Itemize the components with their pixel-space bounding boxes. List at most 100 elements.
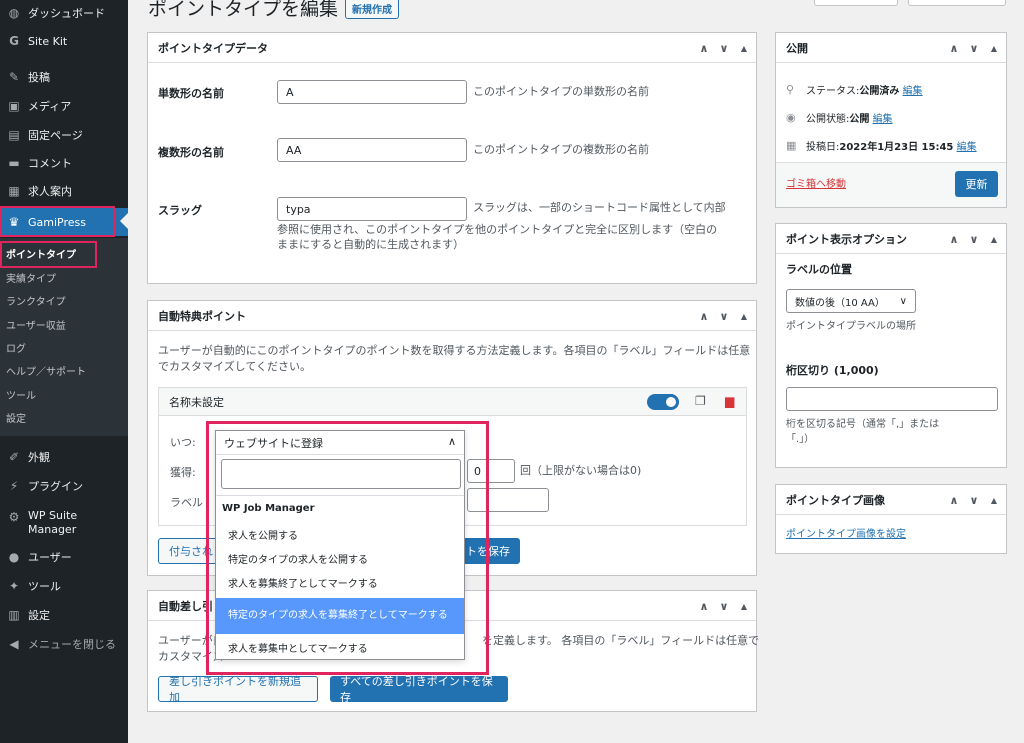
toggle-panel-icon[interactable]: ▲ <box>738 44 750 53</box>
submenu-logs[interactable]: ログ <box>6 340 26 355</box>
dropdown-option[interactable]: 求人を募集終了としてマークする <box>216 575 464 595</box>
slug-input[interactable]: typa <box>277 197 467 221</box>
menu-posts[interactable]: ✎ 投稿 <box>0 64 128 90</box>
page-icon: ▤ <box>8 128 20 142</box>
auto-deduct-desc-right1: を定義します。 各項目の「ラベル」フィールドは任意で <box>482 634 760 647</box>
submenu-settings[interactable]: 設定 <box>6 410 26 425</box>
toggle-panel-icon[interactable]: ▲ <box>988 235 1000 244</box>
menu-jobs[interactable]: ▦ 求人案内 <box>0 178 128 204</box>
award-rule-header[interactable]: 名称未設定 ❐ ▆ <box>159 388 746 416</box>
gamipress-highlight <box>0 206 115 237</box>
menu-pages[interactable]: ▤ 固定ページ <box>0 122 128 148</box>
publish-status-row: ⚲ ステータス: 公開済み 編集 <box>786 82 923 97</box>
rule-enabled-toggle[interactable] <box>647 394 679 410</box>
menu-dashboard[interactable]: ◍ ダッシュボード <box>0 0 128 26</box>
briefcase-icon: ▦ <box>8 184 20 198</box>
menu-settings[interactable]: ▥ 設定 <box>0 602 128 628</box>
trigger-select-dropdown[interactable]: ウェブサイトに登録 ∧ WP Job Manager 求人を公開する 特定のタイ… <box>215 430 465 660</box>
dropdown-option[interactable]: 求人を公開する <box>216 527 464 547</box>
menu-plugins[interactable]: ⚡ プラグイン <box>0 473 128 499</box>
label-position-select[interactable]: 数値の後（10 AA） ∨ <box>786 289 916 313</box>
menu-current-arrow <box>120 212 129 230</box>
edit-date-link[interactable]: 編集 <box>957 138 977 153</box>
auto-award-header: 自動特典ポイント ∧ ∨ ▲ <box>148 301 756 331</box>
label-position-title: ラベルの位置 <box>786 263 852 276</box>
settings-icon: ▥ <box>8 608 20 622</box>
eye-icon: ◉ <box>786 111 796 124</box>
duplicate-icon[interactable]: ❐ <box>695 394 706 408</box>
edit-status-link[interactable]: 編集 <box>903 82 923 97</box>
edit-visibility-link[interactable]: 編集 <box>873 110 893 125</box>
label-position-desc: ポイントタイプラベルの場所 <box>786 321 916 332</box>
update-button[interactable]: 更新 <box>955 171 998 197</box>
menu-collapse[interactable]: ◀ メニューを閉じる <box>0 631 128 657</box>
dropdown-option[interactable]: 特定のタイプの求人を公開する <box>216 551 464 571</box>
singular-name-desc: このポイントタイプの単数形の名前 <box>473 85 649 98</box>
brush-icon: ✐ <box>8 450 20 464</box>
pin-icon: ✎ <box>8 70 20 84</box>
submenu-rank-types[interactable]: ランクタイプ <box>6 293 66 308</box>
move-up-icon[interactable]: ∧ <box>698 600 710 613</box>
toggle-panel-icon[interactable]: ▲ <box>988 496 1000 505</box>
point-type-data-header: ポイントタイプデータ ∧ ∨ ▲ <box>148 33 756 63</box>
move-down-icon[interactable]: ∨ <box>718 42 730 55</box>
when-label: いつ: <box>170 436 196 449</box>
set-image-link[interactable]: ポイントタイプ画像を設定 <box>786 526 906 543</box>
slug-desc-line1: スラッグは、一部のショートコード属性として内部 <box>473 201 726 214</box>
move-up-icon[interactable]: ∧ <box>948 233 960 246</box>
menu-wp-suite-manager[interactable]: ⚙ WP Suite Manager <box>0 506 128 540</box>
plural-name-desc: このポイントタイプの複数形の名前 <box>473 143 649 156</box>
plural-name-input[interactable]: AA <box>277 138 467 162</box>
help-tab[interactable] <box>908 0 1006 6</box>
toggle-panel-icon[interactable]: ▲ <box>738 312 750 321</box>
submenu-tools[interactable]: ツール <box>6 387 36 402</box>
publish-header: 公開 ∧ ∨ ▲ <box>776 33 1006 63</box>
menu-comments[interactable]: ▬ コメント <box>0 150 128 176</box>
menu-users[interactable]: ● ユーザー <box>0 544 128 570</box>
submenu-user-earnings[interactable]: ユーザー収益 <box>6 317 66 332</box>
add-new-button[interactable]: 新規作成 <box>345 0 399 19</box>
move-up-icon[interactable]: ∧ <box>948 42 960 55</box>
save-deducts-button[interactable]: すべての差し引きポイントを保存 <box>330 675 508 704</box>
chevron-down-icon: ∨ <box>899 295 907 307</box>
rule-label-input[interactable] <box>467 488 549 512</box>
move-down-icon[interactable]: ∨ <box>968 42 980 55</box>
point-type-image-box: ポイントタイプ画像 ∧ ∨ ▲ <box>775 484 1007 554</box>
separator-desc-line2: 「.」） <box>786 434 815 445</box>
add-deduct-button[interactable]: 差し引きポイントを新規追加 <box>158 675 318 704</box>
point-types-highlight <box>0 241 97 268</box>
menu-sitekit[interactable]: G Site Kit <box>0 28 128 54</box>
gear-icon: ⚙ <box>8 510 20 524</box>
menu-media[interactable]: ▣ メディア <box>0 93 128 119</box>
move-down-icon[interactable]: ∨ <box>968 494 980 507</box>
screen-options-tab[interactable] <box>814 0 898 6</box>
separator-input[interactable] <box>786 387 998 411</box>
move-down-icon[interactable]: ∨ <box>718 310 730 323</box>
submenu-achievement-types[interactable]: 実績タイプ <box>6 270 56 285</box>
trigger-select[interactable]: ウェブサイトに登録 ∧ <box>216 431 464 455</box>
times-suffix: 回（上限がない場合は0) <box>520 464 642 477</box>
move-up-icon[interactable]: ∧ <box>948 494 960 507</box>
move-up-icon[interactable]: ∧ <box>698 42 710 55</box>
publish-date-row: ▦ 投稿日: 2022年1月23日 15:45 編集 <box>786 138 977 153</box>
times-input[interactable]: 0 <box>467 459 515 483</box>
menu-tools[interactable]: ✦ ツール <box>0 573 128 599</box>
dropdown-option-highlighted[interactable]: 特定のタイプの求人を募集終了としてマークする <box>216 598 464 634</box>
collapse-icon: ◀ <box>9 637 19 651</box>
trash-link[interactable]: ゴミ箱へ移動 <box>786 176 846 193</box>
menu-appearance[interactable]: ✐ 外観 <box>0 444 128 470</box>
auto-deduct-desc-left2: カスタマイズ <box>158 650 224 663</box>
trash-icon[interactable]: ▆ <box>725 394 734 408</box>
move-down-icon[interactable]: ∨ <box>718 600 730 613</box>
move-up-icon[interactable]: ∧ <box>698 310 710 323</box>
plugin-icon: ⚡ <box>9 479 19 493</box>
move-down-icon[interactable]: ∨ <box>968 233 980 246</box>
singular-name-input[interactable]: A <box>277 80 467 104</box>
dropdown-option[interactable]: 求人を募集中としてマークする <box>216 640 464 660</box>
toggle-panel-icon[interactable]: ▲ <box>988 44 1000 53</box>
dropdown-search-input[interactable] <box>221 459 461 489</box>
toggle-panel-icon[interactable]: ▲ <box>738 602 750 611</box>
auto-award-desc-line1: ユーザーが自動的にこのポイントタイプのポイント数を取得する方法定義します。各項目… <box>158 344 751 357</box>
earn-label: 獲得: <box>170 466 196 479</box>
submenu-help[interactable]: ヘルプ／サポート <box>6 363 86 378</box>
